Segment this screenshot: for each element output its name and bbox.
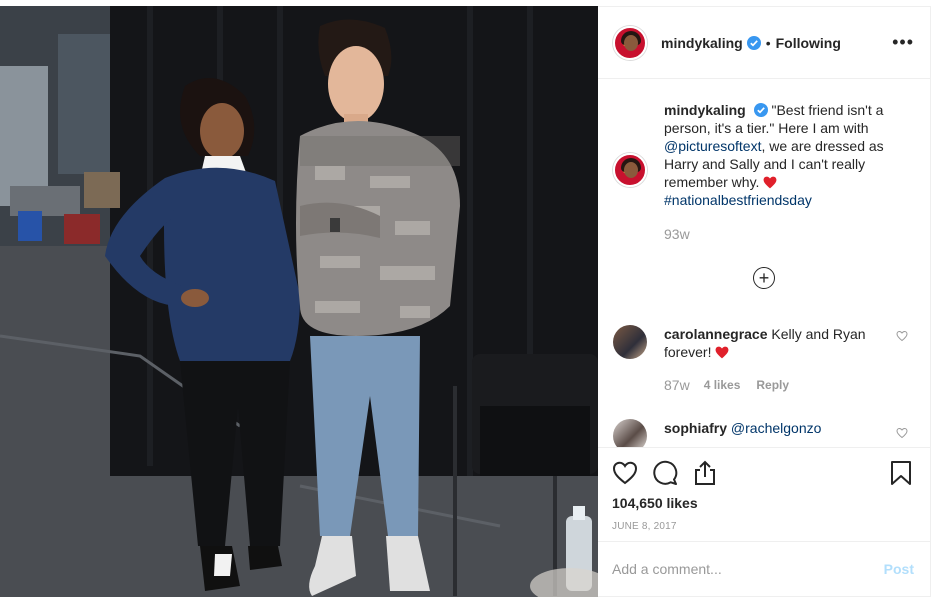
caption-author-avatar[interactable] — [613, 153, 647, 187]
separator-dot: • — [765, 34, 771, 51]
caption-time[interactable]: 93w — [664, 225, 894, 243]
plus-circle-icon[interactable]: + — [753, 267, 775, 289]
comment-mention[interactable]: @rachelgonzo — [731, 420, 822, 436]
red-heart-emoji-icon — [715, 346, 729, 359]
like-count[interactable]: 104,650 likes — [612, 495, 914, 511]
post-side-panel: mindykaling • Following ••• mindykaling … — [598, 6, 931, 597]
more-options-icon[interactable]: ••• — [892, 32, 914, 53]
photo-illustration — [0, 6, 598, 597]
verified-badge-icon — [746, 35, 761, 50]
author-username[interactable]: mindykaling — [661, 35, 743, 51]
load-more-comments: + — [598, 267, 930, 289]
caption-author[interactable]: mindykaling — [664, 102, 746, 118]
comment-likes[interactable]: 4 likes — [704, 376, 741, 394]
comment-body: sophiafry @rachelgonzo — [664, 419, 874, 447]
post-photo[interactable] — [0, 6, 598, 597]
comment-username[interactable]: carolannegrace — [664, 326, 768, 342]
add-comment-bar: Post — [598, 541, 930, 596]
verified-badge-icon — [753, 103, 768, 117]
commenter-avatar[interactable] — [613, 325, 647, 359]
comment-item: carolannegrace Kelly and Ryan forever! 8… — [613, 325, 930, 394]
red-heart-emoji-icon — [763, 176, 777, 189]
comment-like-heart-icon[interactable] — [896, 427, 908, 439]
post-date[interactable]: JUNE 8, 2017 — [612, 521, 914, 532]
caption: mindykaling "Best friend isn't a person,… — [613, 79, 930, 243]
author-avatar[interactable] — [613, 25, 647, 60]
share-icon[interactable] — [692, 460, 718, 486]
reply-button[interactable]: Reply — [756, 376, 789, 394]
bookmark-icon[interactable] — [888, 460, 914, 486]
comment-item: sophiafry @rachelgonzo — [613, 419, 930, 447]
heart-icon[interactable] — [612, 460, 638, 486]
comments-list[interactable]: mindykaling "Best friend isn't a person,… — [598, 79, 930, 447]
post-comment-button[interactable]: Post — [884, 561, 914, 577]
comment-meta: 87w 4 likes Reply — [664, 376, 874, 394]
caption-hashtag[interactable]: #nationalbestfriendsday — [664, 192, 812, 208]
comment-like-heart-icon[interactable] — [896, 330, 908, 342]
comment-username[interactable]: sophiafry — [664, 420, 727, 436]
commenter-avatar[interactable] — [613, 419, 647, 447]
comment-time[interactable]: 87w — [664, 376, 690, 394]
action-icons — [612, 448, 914, 492]
speech-bubble-icon[interactable] — [652, 460, 678, 486]
caption-mention[interactable]: @picturesoftext — [664, 138, 761, 154]
caption-body: mindykaling "Best friend isn't a person,… — [664, 101, 894, 243]
post-header: mindykaling • Following ••• — [598, 7, 930, 79]
post-actions: 104,650 likes JUNE 8, 2017 — [598, 447, 930, 541]
following-button[interactable]: Following — [776, 35, 841, 51]
add-comment-input[interactable] — [612, 561, 884, 577]
comment-body: carolannegrace Kelly and Ryan forever! 8… — [664, 325, 874, 394]
